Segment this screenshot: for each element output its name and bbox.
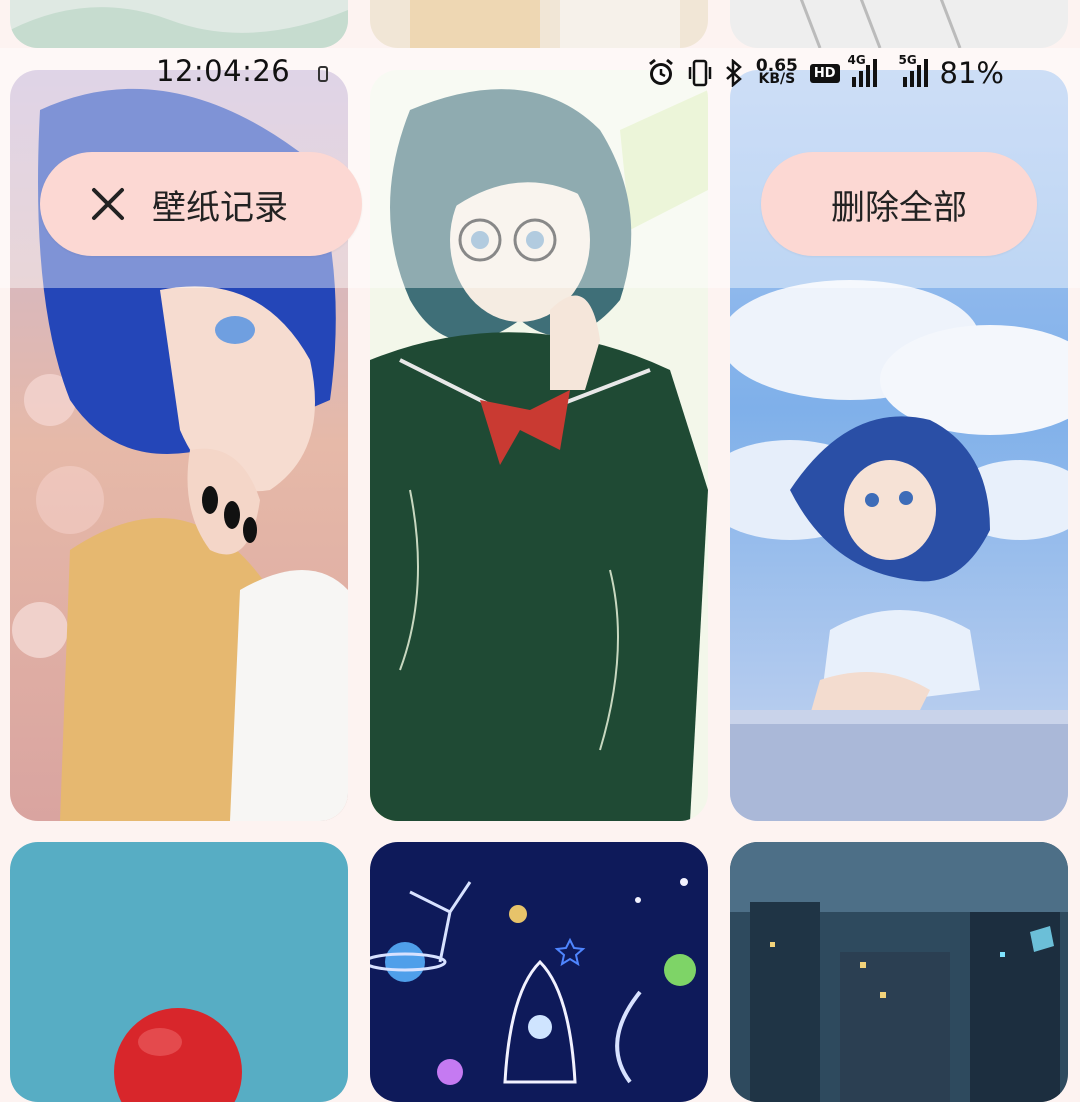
space-rocket-planets-wallpaper-icon <box>370 842 708 1102</box>
delete-all-button[interactable]: 删除全部 <box>761 152 1037 256</box>
status-bar: 12:04:26 0.65 KB/S HD 4G 5G 81% <box>0 48 1080 100</box>
wallpaper-tile-5[interactable] <box>370 842 708 1102</box>
vibrate-icon <box>688 59 712 87</box>
red-ball-teal-wallpaper-icon <box>10 842 348 1102</box>
delete-all-label: 删除全部 <box>831 187 967 228</box>
network-speed: 0.65 KB/S <box>756 58 798 87</box>
wallpaper-tile-partial[interactable] <box>730 0 1068 48</box>
wallpaper-tile-partial[interactable] <box>10 0 348 48</box>
partial-wallpaper-image <box>370 0 708 48</box>
signal-4g-icon: 4G <box>848 53 877 87</box>
wallpaper-tile-6[interactable] <box>730 842 1068 1102</box>
status-clock: 12:04:26 <box>156 54 291 88</box>
wallpaper-history-back-button[interactable]: 壁纸记录 <box>40 152 362 256</box>
hd-badge: HD <box>809 63 840 83</box>
partial-wallpaper-image <box>730 0 1068 48</box>
signal-4g-label: 4G <box>847 53 866 67</box>
network-speed-unit: KB/S <box>758 71 796 87</box>
night-city-aerial-wallpaper-icon <box>730 842 1068 1102</box>
alarm-icon <box>648 58 673 85</box>
partial-wallpaper-image <box>10 0 348 48</box>
wallpaper-tile-4[interactable] <box>10 842 348 1102</box>
notification-icon <box>318 66 328 82</box>
battery-percentage: 81% <box>939 56 1004 90</box>
bluetooth-icon <box>726 59 742 87</box>
signal-5g-label: 5G <box>898 53 917 67</box>
wallpaper-tile-partial[interactable] <box>370 0 708 48</box>
signal-5g-icon: 5G <box>899 53 928 87</box>
page-title: 壁纸记录 <box>152 187 288 228</box>
close-icon[interactable] <box>84 180 132 228</box>
